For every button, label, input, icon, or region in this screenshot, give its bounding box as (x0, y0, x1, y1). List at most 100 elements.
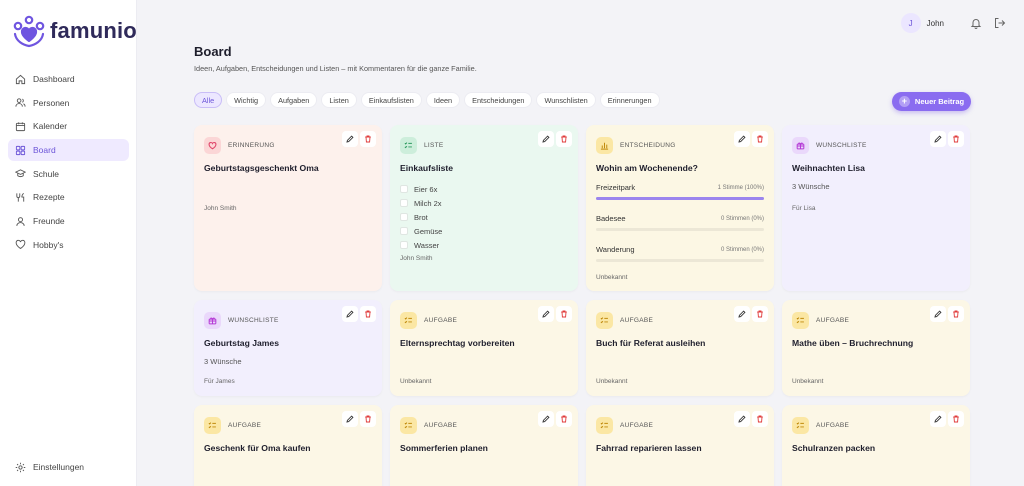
poll-option-votes: 0 Stimmen (0%) (720, 215, 764, 222)
board-card[interactable]: AUFGABE Fahrrad reparieren lassen (586, 405, 774, 486)
sidebar-item-schule[interactable]: Schule (8, 163, 129, 185)
filter-chip-ideen[interactable]: Ideen (425, 92, 461, 108)
avatar[interactable]: J (900, 13, 921, 33)
new-post-button[interactable]: + Neuer Beitrag (892, 92, 971, 111)
delete-icon[interactable] (360, 306, 376, 322)
board-card[interactable]: AUFGABE Geschenk für Oma kaufen (194, 405, 382, 486)
checkbox[interactable] (400, 241, 408, 249)
card-author: Unbekannt (792, 378, 824, 385)
task-list-icon (204, 416, 221, 434)
card-title: Buch für Referat ausleihen (596, 338, 706, 348)
sidebar-item-label: Freunde (33, 216, 65, 227)
board-card[interactable]: LISTE Einkaufsliste Eier 6x Milch 2x Bro… (390, 125, 578, 291)
sidebar-item-board[interactable]: Board (8, 139, 129, 162)
board-card[interactable]: AUFGABE Schulranzen packen (782, 405, 970, 486)
filter-chip-erinnerungen[interactable]: Erinnerungen (599, 92, 660, 108)
checklist-item[interactable]: Wasser (400, 238, 568, 252)
card-recipient: Für Lisa (792, 205, 816, 212)
delete-icon[interactable] (948, 306, 964, 322)
plus-icon: + (898, 96, 910, 107)
filter-chip-alle[interactable]: Alle (194, 92, 223, 108)
card-type: AUFGABE (816, 316, 850, 324)
filter-chip-listen[interactable]: Listen (321, 92, 357, 108)
poll-option[interactable]: Wanderung 0 Stimmen (0%) (596, 245, 764, 276)
username[interactable]: John (927, 19, 944, 28)
card-type: ENTSCHEIDUNG (620, 141, 676, 149)
logo[interactable]: famunio (12, 14, 137, 48)
bell-icon[interactable] (970, 17, 982, 29)
task-list-icon (596, 311, 613, 329)
card-author: Unbekannt (596, 378, 628, 385)
sidebar-item-rezepte[interactable]: Rezepte (8, 186, 129, 208)
card-type: WUNSCHLISTE (816, 141, 867, 149)
filter-chip-einkaufslisten[interactable]: Einkaufslisten (360, 92, 422, 108)
board-card[interactable]: WUNSCHLISTE Weihnachten Lisa 3 Wünsche F… (782, 125, 970, 291)
delete-icon[interactable] (752, 306, 768, 322)
delete-icon[interactable] (360, 131, 376, 147)
card-type: AUFGABE (620, 316, 654, 324)
board-card[interactable]: AUFGABE Buch für Referat ausleihen Unbek… (586, 300, 774, 396)
edit-icon[interactable] (930, 411, 946, 427)
edit-icon[interactable] (930, 306, 946, 322)
sidebar-item-label: Hobby's (33, 239, 64, 250)
grid-icon (15, 145, 26, 156)
poll-bar-fill (596, 197, 764, 200)
delete-icon[interactable] (556, 411, 572, 427)
delete-icon[interactable] (752, 411, 768, 427)
checklist-item[interactable]: Gemüse (400, 224, 568, 238)
board-card[interactable]: AUFGABE Sommerferien planen (390, 405, 578, 486)
sidebar-item-einstellungen[interactable]: Einstellungen (8, 456, 129, 478)
delete-icon[interactable] (556, 131, 572, 147)
checklist-item[interactable]: Eier 6x (400, 182, 568, 196)
edit-icon[interactable] (538, 131, 554, 147)
card-recipient: Für James (204, 378, 235, 385)
edit-icon[interactable] (538, 411, 554, 427)
new-post-label: Neuer Beitrag (914, 97, 965, 106)
edit-icon[interactable] (734, 131, 750, 147)
edit-icon[interactable] (342, 131, 358, 147)
sidebar-item-label: Schule (33, 168, 59, 179)
board-card[interactable]: AUFGABE Elternsprechtag vorbereiten Unbe… (390, 300, 578, 396)
delete-icon[interactable] (948, 131, 964, 147)
sidebar-item-kalender[interactable]: Kalender (8, 115, 129, 137)
sidebar-item-dashboard[interactable]: Dashboard (8, 68, 129, 90)
filter-chip-entscheidungen[interactable]: Entscheidungen (464, 92, 533, 108)
checkbox[interactable] (400, 185, 408, 193)
sidebar-item-freunde[interactable]: Freunde (8, 210, 129, 232)
sidebar-item-label: Dashboard (33, 74, 75, 84)
sidebar-item-personen[interactable]: Personen (8, 92, 129, 114)
filter-chip-aufgaben[interactable]: Aufgaben (270, 92, 318, 108)
checkbox[interactable] (400, 227, 408, 235)
checkbox[interactable] (400, 213, 408, 221)
poll-option[interactable]: Freizeitpark 1 Stimme (100%) (596, 183, 764, 214)
card-title: Schulranzen packen (792, 443, 876, 453)
board-card[interactable]: AUFGABE Mathe üben – Bruchrechnung Unbek… (782, 300, 970, 396)
checklist-item[interactable]: Brot (400, 210, 568, 224)
delete-icon[interactable] (752, 131, 768, 147)
poll-option-label: Freizeitpark (596, 183, 636, 192)
edit-icon[interactable] (930, 131, 946, 147)
edit-icon[interactable] (342, 411, 358, 427)
edit-icon[interactable] (342, 306, 358, 322)
board-card[interactable]: ERINNERUNG Geburtstagsgeschenkt Oma John… (194, 125, 382, 291)
filter-chip-wichtig[interactable]: Wichtig (226, 92, 267, 108)
board-card[interactable]: WUNSCHLISTE Geburtstag James 3 Wünsche F… (194, 300, 382, 396)
checkbox[interactable] (400, 199, 408, 207)
users-icon (15, 97, 26, 108)
poll-option[interactable]: Badesee 0 Stimmen (0%) (596, 214, 764, 245)
wish-count: 3 Wünsche (792, 182, 830, 191)
gear-icon (15, 462, 26, 473)
checklist-item[interactable]: Milch 2x (400, 196, 568, 210)
card-title: Geschenk für Oma kaufen (204, 443, 311, 453)
edit-icon[interactable] (734, 411, 750, 427)
filter-chip-wunschlisten[interactable]: Wunschlisten (536, 92, 596, 108)
delete-icon[interactable] (948, 411, 964, 427)
sidebar-item-hobbys[interactable]: Hobby's (8, 234, 129, 256)
edit-icon[interactable] (734, 306, 750, 322)
delete-icon[interactable] (360, 411, 376, 427)
task-list-icon (596, 416, 613, 434)
edit-icon[interactable] (538, 306, 554, 322)
delete-icon[interactable] (556, 306, 572, 322)
logout-icon[interactable] (994, 17, 1006, 29)
board-card[interactable]: ENTSCHEIDUNG Wohin am Wochenende? Freize… (586, 125, 774, 291)
